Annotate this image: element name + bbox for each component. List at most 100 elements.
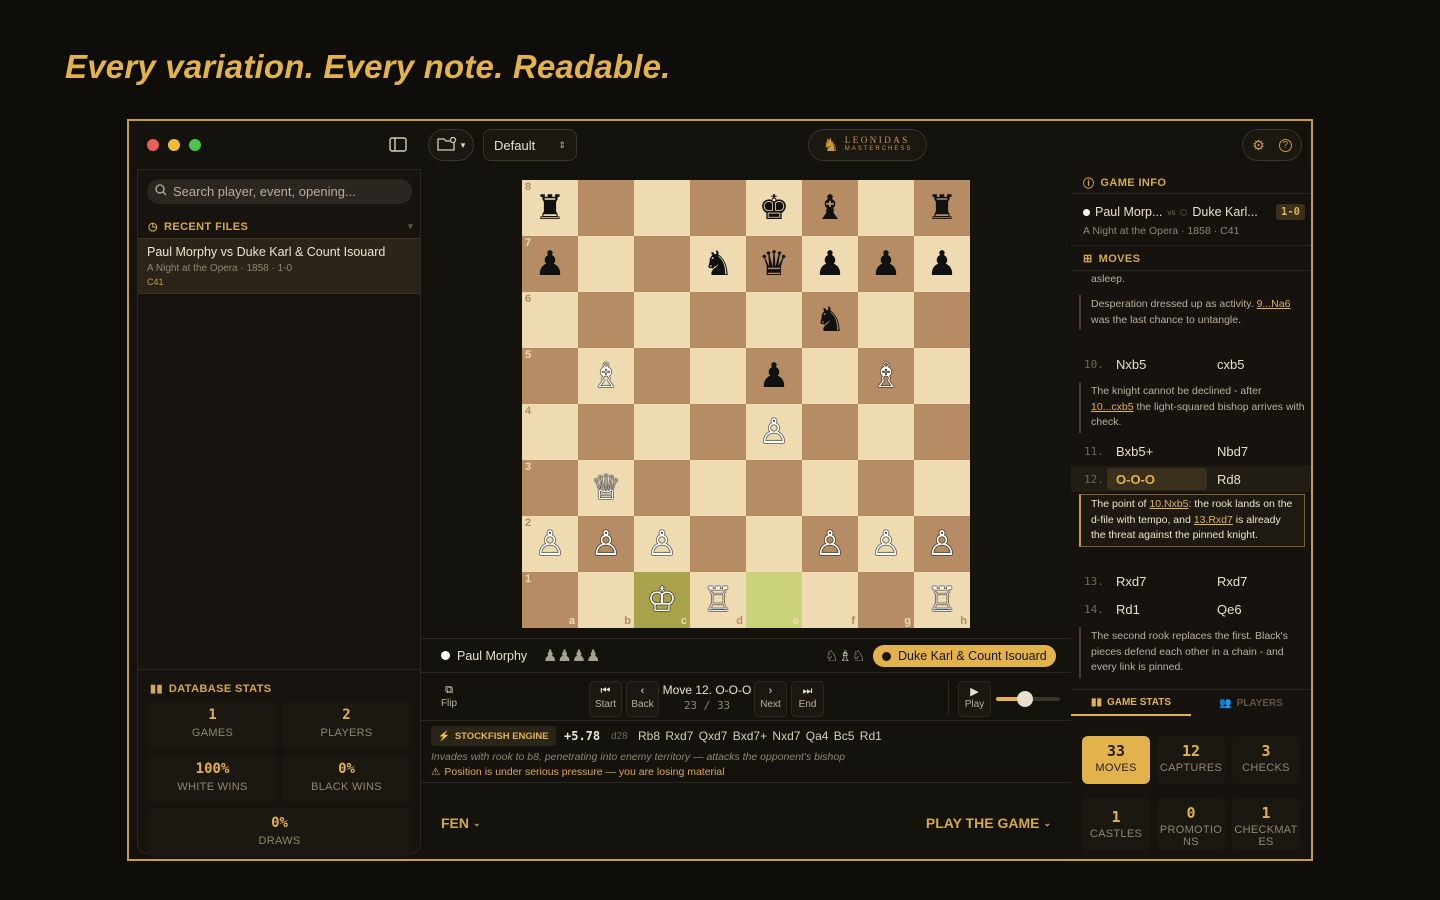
square-h8[interactable]: ♜ — [914, 180, 970, 236]
annotation-move-link[interactable]: 13.Rxd7 — [1194, 514, 1233, 526]
square-a4[interactable]: 4 — [522, 404, 578, 460]
white-pawn-icon[interactable]: ♙ — [591, 527, 621, 561]
recent-files-header[interactable]: ◷ RECENT FILES ▾ — [148, 220, 413, 234]
square-d2[interactable] — [690, 516, 746, 572]
speed-slider[interactable] — [996, 691, 1060, 707]
black-king-icon[interactable]: ♚ — [759, 191, 789, 225]
flip-button[interactable]: ⧉ Flip — [433, 681, 465, 717]
engine-line[interactable]: Rb8 Rxd7 Qxd7 Bxd7+ Nxd7 Qa4 Bc5 Rd1 — [638, 729, 882, 743]
recent-file-item[interactable]: Paul Morphy vs Duke Karl & Count Isouard… — [138, 238, 420, 294]
square-f2[interactable]: ♙ — [802, 516, 858, 572]
square-d7[interactable]: ♞ — [690, 236, 746, 292]
square-f5[interactable] — [802, 348, 858, 404]
square-h2[interactable]: ♙ — [914, 516, 970, 572]
white-pawn-icon[interactable]: ♙ — [871, 527, 901, 561]
white-pawn-icon[interactable]: ♙ — [815, 527, 845, 561]
start-button[interactable]: ⏮ Start — [589, 681, 622, 717]
fen-toggle[interactable]: FEN ⌄ — [441, 815, 481, 831]
black-move[interactable]: Rd8 — [1217, 472, 1241, 487]
black-queen-icon[interactable]: ♛ — [759, 247, 789, 281]
square-b7[interactable] — [578, 236, 634, 292]
layout-preset-select[interactable]: Default ⇕ — [483, 129, 577, 161]
square-e4[interactable]: ♙ — [746, 404, 802, 460]
square-e6[interactable] — [746, 292, 802, 348]
square-e7[interactable]: ♛ — [746, 236, 802, 292]
black-pawn-icon[interactable]: ♟ — [927, 247, 957, 281]
square-b1[interactable]: b — [578, 572, 634, 628]
square-c4[interactable] — [634, 404, 690, 460]
square-f6[interactable]: ♞ — [802, 292, 858, 348]
chess-board[interactable]: 8 ♜ ♚ ♝ ♜ 7 ♟ ♞ ♛ ♟ ♟ ♟ 6 ♞ 5 ♗ ♟ ♗ 4 ♙ 3 ♕ 2 ♙ ♙ ♙ ♙ ♙ ♙ 1 a b c ♔ d ♖ e f g h… — [522, 180, 970, 628]
black-pawn-icon[interactable]: ♟ — [871, 247, 901, 281]
black-pawn-icon[interactable]: ♟ — [535, 247, 565, 281]
square-b2[interactable]: ♙ — [578, 516, 634, 572]
square-b3[interactable]: ♕ — [578, 460, 634, 516]
square-b4[interactable] — [578, 404, 634, 460]
tab-game-stats[interactable]: ▮▮ GAME STATS — [1071, 690, 1191, 716]
annotation-move-link[interactable]: 9...Na6 — [1257, 298, 1291, 310]
square-g7[interactable]: ♟ — [858, 236, 914, 292]
square-c7[interactable] — [634, 236, 690, 292]
square-c1[interactable]: c ♔ — [634, 572, 690, 628]
square-g5[interactable]: ♗ — [858, 348, 914, 404]
square-e2[interactable] — [746, 516, 802, 572]
close-window-button[interactable] — [147, 139, 159, 151]
square-d5[interactable] — [690, 348, 746, 404]
square-e3[interactable] — [746, 460, 802, 516]
square-g3[interactable] — [858, 460, 914, 516]
square-c2[interactable]: ♙ — [634, 516, 690, 572]
black-pawn-icon[interactable]: ♟ — [759, 359, 789, 393]
white-move[interactable]: Bxb5+ — [1116, 444, 1153, 459]
square-h5[interactable] — [914, 348, 970, 404]
square-b5[interactable]: ♗ — [578, 348, 634, 404]
black-rook-icon[interactable]: ♜ — [927, 191, 957, 225]
minimize-window-button[interactable] — [168, 139, 180, 151]
square-c5[interactable] — [634, 348, 690, 404]
black-knight-icon[interactable]: ♞ — [815, 303, 845, 337]
square-c3[interactable] — [634, 460, 690, 516]
maximize-window-button[interactable] — [189, 139, 201, 151]
square-e5[interactable]: ♟ — [746, 348, 802, 404]
play-the-game-toggle[interactable]: PLAY THE GAME ⌄ — [926, 815, 1051, 831]
square-f7[interactable]: ♟ — [802, 236, 858, 292]
white-move-current[interactable]: O-O-O — [1116, 472, 1155, 487]
square-b8[interactable] — [578, 180, 634, 236]
white-pawn-icon[interactable]: ♙ — [535, 527, 565, 561]
square-c6[interactable] — [634, 292, 690, 348]
gear-icon[interactable]: ⚙ — [1252, 137, 1265, 154]
square-d3[interactable] — [690, 460, 746, 516]
square-d1[interactable]: d ♖ — [690, 572, 746, 628]
square-g6[interactable] — [858, 292, 914, 348]
black-move[interactable]: Qe6 — [1217, 602, 1242, 617]
square-f1[interactable]: f — [802, 572, 858, 628]
search-input[interactable]: Search player, event, opening... — [147, 179, 412, 204]
help-icon[interactable]: ? — [1278, 138, 1292, 152]
black-move[interactable]: Rxd7 — [1217, 574, 1247, 589]
square-d6[interactable] — [690, 292, 746, 348]
white-pawn-icon[interactable]: ♙ — [927, 527, 957, 561]
white-rook-icon[interactable]: ♖ — [703, 583, 733, 617]
play-button[interactable]: ▶ Play — [958, 681, 991, 717]
black-bishop-icon[interactable]: ♝ — [815, 191, 845, 225]
square-h1[interactable]: h ♖ — [914, 572, 970, 628]
square-g1[interactable]: g — [858, 572, 914, 628]
square-c8[interactable] — [634, 180, 690, 236]
tab-players[interactable]: 👥 PLAYERS — [1191, 690, 1311, 716]
white-move[interactable]: Nxb5 — [1116, 357, 1146, 372]
white-bishop-icon[interactable]: ♗ — [871, 359, 901, 393]
square-g8[interactable] — [858, 180, 914, 236]
square-a2[interactable]: 2 ♙ — [522, 516, 578, 572]
open-folder-button[interactable]: ▾ — [428, 129, 474, 161]
speed-slider-knob[interactable] — [1016, 691, 1033, 707]
square-h3[interactable] — [914, 460, 970, 516]
annotation-move-link[interactable]: 10.Nxb5 — [1149, 498, 1188, 510]
white-move[interactable]: Rd1 — [1116, 602, 1140, 617]
square-d8[interactable] — [690, 180, 746, 236]
sidebar-toggle-icon[interactable] — [389, 137, 407, 157]
square-a5[interactable]: 5 — [522, 348, 578, 404]
white-pawn-icon[interactable]: ♙ — [759, 415, 789, 449]
square-d4[interactable] — [690, 404, 746, 460]
square-e1[interactable]: e — [746, 572, 802, 628]
square-h6[interactable] — [914, 292, 970, 348]
square-f4[interactable] — [802, 404, 858, 460]
